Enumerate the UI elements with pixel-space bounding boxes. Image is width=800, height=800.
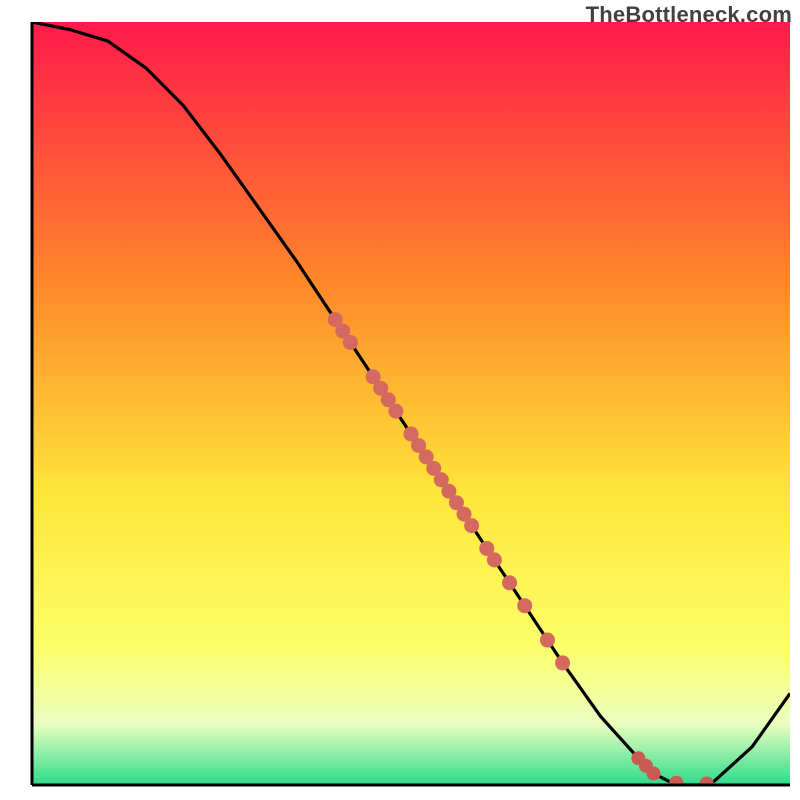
data-point xyxy=(487,552,502,567)
chart-background-gradient xyxy=(32,22,790,785)
data-point xyxy=(502,575,517,590)
data-point xyxy=(343,335,358,350)
data-point xyxy=(540,633,555,648)
bottleneck-chart xyxy=(0,0,800,800)
data-point xyxy=(647,767,661,781)
data-point xyxy=(464,518,479,533)
data-point xyxy=(517,598,532,613)
data-point xyxy=(700,776,714,790)
watermark-text: TheBottleneck.com xyxy=(586,2,792,28)
data-point xyxy=(555,655,570,670)
data-point xyxy=(388,404,403,419)
data-point xyxy=(669,776,683,790)
